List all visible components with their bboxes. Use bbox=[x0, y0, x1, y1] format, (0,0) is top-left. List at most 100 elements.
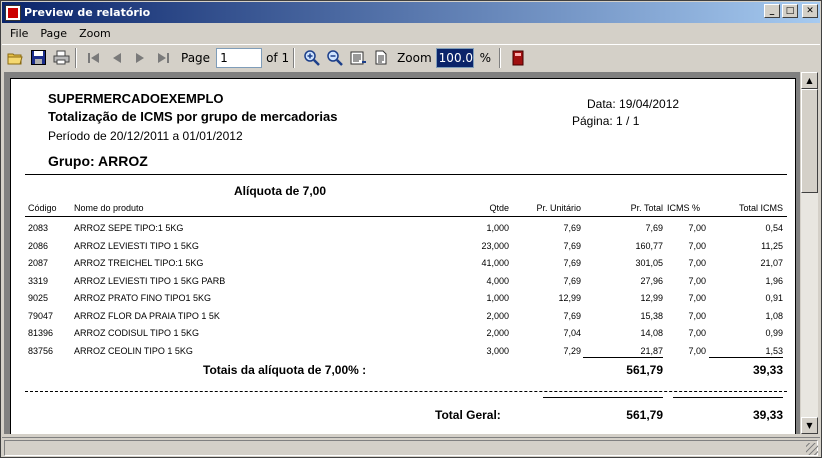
cell-icms-pct: 7,00 bbox=[688, 345, 706, 356]
cell-total-icms: 1,96 bbox=[765, 275, 783, 286]
cell-total-price: 27,96 bbox=[640, 275, 663, 286]
cell-qty: 3,000 bbox=[486, 345, 509, 356]
menu-file[interactable]: File bbox=[10, 27, 28, 40]
close-button[interactable]: ✕ bbox=[802, 4, 818, 18]
grand-line-icms bbox=[673, 397, 783, 398]
cell-qty: 1,000 bbox=[486, 293, 509, 303]
first-page-icon[interactable] bbox=[84, 48, 104, 68]
open-icon[interactable] bbox=[5, 48, 25, 68]
app-icon bbox=[5, 4, 21, 21]
zoom-input[interactable]: 100.0 bbox=[435, 47, 474, 68]
report-page: SUPERMERCADOEXEMPLO Totalização de ICMS … bbox=[10, 78, 796, 434]
cell-code: 2083 bbox=[28, 223, 49, 233]
preview-viewport[interactable]: SUPERMERCADOEXEMPLO Totalização de ICMS … bbox=[4, 72, 800, 434]
status-panel bbox=[4, 440, 818, 456]
report-period: Período de 20/12/2011 a 01/01/2012 bbox=[48, 129, 243, 143]
cell-code: 81396 bbox=[28, 328, 54, 338]
title-bar[interactable]: Preview de relatório _ □ ✕ bbox=[2, 2, 820, 23]
cell-total-price: 301,05 bbox=[635, 258, 663, 268]
window-title: Preview de relatório bbox=[24, 6, 151, 19]
preview-window: Preview de relatório _ □ ✕ File Page Zoo… bbox=[0, 0, 822, 458]
cell-total-icms: 0,91 bbox=[765, 293, 783, 303]
cell-product-name: ARROZ PRATO FINO TIPO1 5KG bbox=[74, 293, 212, 303]
page-number-input[interactable]: 1 bbox=[216, 47, 263, 68]
aliquota-heading: Alíquota de 7,00 bbox=[234, 184, 327, 198]
cell-unit-price: 12,99 bbox=[558, 293, 581, 303]
grand-icms: 39,33 bbox=[752, 408, 783, 422]
toolbar: Page 1 of 1 Zoom 100.0 % bbox=[2, 44, 820, 70]
next-page-icon[interactable] bbox=[130, 48, 150, 68]
prev-page-icon[interactable] bbox=[107, 48, 127, 68]
cell-product-name: ARROZ TREICHEL TIPO:1 5KG bbox=[74, 258, 204, 268]
cell-code: 83756 bbox=[28, 345, 54, 356]
print-icon[interactable] bbox=[51, 48, 71, 68]
maximize-button[interactable]: □ bbox=[782, 4, 798, 18]
toolbar-separator bbox=[293, 47, 296, 68]
cell-code: 9025 bbox=[28, 293, 49, 303]
zoom-out-icon[interactable] bbox=[325, 48, 345, 68]
whole-page-icon[interactable] bbox=[371, 48, 391, 68]
subtotal-line-icms bbox=[709, 357, 783, 358]
scroll-thumb[interactable] bbox=[801, 89, 818, 193]
company-name: SUPERMERCADOEXEMPLO bbox=[48, 91, 224, 106]
col-header-qty: Qtde bbox=[489, 203, 509, 213]
col-header-unit-price: Pr. Unitário bbox=[536, 203, 581, 213]
cell-total-price: 160,77 bbox=[635, 240, 663, 251]
subtotal-line-total bbox=[583, 357, 663, 358]
col-header-code: Código bbox=[28, 203, 57, 213]
cell-icms-pct: 7,00 bbox=[688, 223, 706, 233]
cell-code: 2086 bbox=[28, 240, 49, 251]
cell-qty: 2,000 bbox=[486, 310, 509, 321]
report-date: Data: 19/04/2012 bbox=[587, 97, 680, 111]
cell-total-icms: 21,07 bbox=[760, 258, 783, 268]
cell-total-icms: 0,54 bbox=[765, 223, 783, 233]
cell-unit-price: 7,69 bbox=[563, 223, 581, 233]
group-divider bbox=[25, 174, 787, 175]
grand-line-total bbox=[543, 397, 663, 398]
col-header-total-icms: Total ICMS bbox=[738, 203, 783, 213]
toolbar-separator bbox=[75, 47, 77, 68]
cell-code: 2087 bbox=[28, 258, 49, 268]
scroll-up-icon[interactable]: ▲ bbox=[801, 72, 818, 89]
cell-total-icms: 0,99 bbox=[765, 328, 783, 338]
cell-icms-pct: 7,00 bbox=[688, 240, 706, 251]
cell-icms-pct: 7,00 bbox=[688, 275, 706, 286]
grand-total: 561,79 bbox=[626, 408, 663, 422]
page-label: Page bbox=[181, 50, 211, 65]
cell-qty: 1,000 bbox=[486, 223, 509, 233]
menu-zoom[interactable]: Zoom bbox=[79, 27, 111, 40]
cell-qty: 23,000 bbox=[481, 240, 509, 251]
menu-page[interactable]: Page bbox=[40, 27, 67, 40]
cell-unit-price: 7,69 bbox=[563, 275, 581, 286]
toolbar-separator bbox=[499, 47, 502, 68]
subtotal-label: Totais da alíquota de 7,00% : bbox=[203, 363, 367, 377]
status-bar bbox=[2, 437, 820, 457]
zoom-in-icon[interactable] bbox=[302, 48, 322, 68]
subtotal-total: 561,79 bbox=[626, 363, 663, 377]
minimize-button[interactable]: _ bbox=[764, 4, 780, 18]
resize-grip-icon[interactable] bbox=[806, 443, 818, 455]
cell-product-name: ARROZ FLOR DA PRAIA TIPO 1 5K bbox=[74, 310, 220, 321]
last-page-icon[interactable] bbox=[153, 48, 173, 68]
cell-product-name: ARROZ LEVIESTI TIPO 1 5KG PARB bbox=[74, 275, 226, 286]
grand-total-label: Total Geral: bbox=[435, 408, 501, 422]
cell-icms-pct: 7,00 bbox=[688, 328, 706, 338]
save-icon[interactable] bbox=[28, 48, 48, 68]
cell-total-price: 12,99 bbox=[640, 293, 663, 303]
header-divider bbox=[25, 216, 787, 217]
scroll-down-icon[interactable]: ▼ bbox=[801, 417, 818, 434]
cell-code: 3319 bbox=[28, 275, 49, 286]
cell-total-price: 15,38 bbox=[640, 310, 663, 321]
group-heading: Grupo: ARROZ bbox=[48, 153, 148, 169]
cell-total-icms: 11,25 bbox=[761, 240, 783, 251]
cell-unit-price: 7,69 bbox=[563, 240, 581, 251]
vertical-scrollbar[interactable]: ▲ ▼ bbox=[801, 72, 818, 434]
cell-product-name: ARROZ LEVIESTI TIPO 1 5KG bbox=[74, 240, 199, 251]
menu-bar: File Page Zoom bbox=[2, 24, 111, 42]
cell-unit-price: 7,69 bbox=[563, 258, 581, 268]
report-title: Totalização de ICMS por grupo de mercado… bbox=[48, 109, 338, 124]
exit-icon[interactable] bbox=[508, 48, 528, 68]
dashed-separator bbox=[25, 391, 787, 392]
page-width-icon[interactable] bbox=[348, 48, 368, 68]
subtotal-icms: 39,33 bbox=[752, 363, 783, 377]
